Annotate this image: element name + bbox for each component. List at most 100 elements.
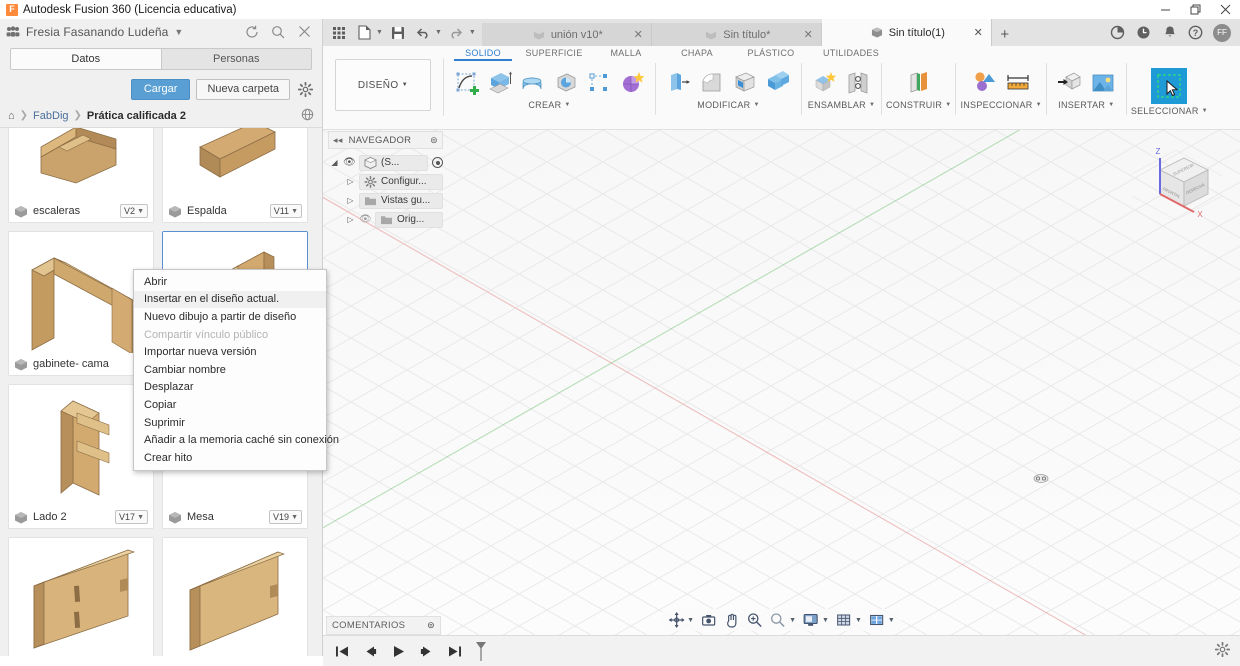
minimize-icon[interactable] [1150,0,1180,19]
home-icon[interactable]: ⌂ [8,110,15,122]
select-window-icon[interactable] [1151,68,1188,104]
look-at-icon[interactable] [699,611,719,629]
radio-icon[interactable] [432,157,443,168]
account-name[interactable]: Fresia Fasanando Ludeña [26,25,168,39]
save-icon[interactable] [388,23,408,43]
redo-icon[interactable] [447,23,467,43]
ribbon-panel-label[interactable]: INSPECCIONAR ▼ [960,100,1041,110]
ribbon-panel-label[interactable]: INSERTAR ▼ [1058,100,1114,110]
context-menu-item-importar[interactable]: Importar nueva versión [134,343,326,361]
gear-icon[interactable] [1214,641,1240,660]
context-menu-item-cache-sin-conexion[interactable]: Añadir a la memoria caché sin conexión [134,431,339,449]
expand-triangle-icon[interactable]: ▷ [346,177,355,186]
chevron-down-icon[interactable]: ▼ [869,102,875,108]
go-to-beginning-icon[interactable] [333,642,351,660]
navigator-root-row[interactable]: ◢ 👁 (S... [328,153,443,172]
version-badge[interactable]: V11 ▼ [269,204,302,218]
chevron-down-icon[interactable]: ▼ [753,102,759,108]
grid-snaps-icon[interactable] [834,611,854,629]
version-badge[interactable]: V17 ▼ [115,510,148,524]
refresh-icon[interactable] [244,24,260,40]
chevron-down-icon[interactable]: ▼ [1036,102,1042,108]
context-menu-item-nuevo-dibujo[interactable]: Nuevo dibujo a partir de diseño [134,308,326,326]
context-menu-item-desplazar[interactable]: Desplazar [134,379,326,397]
close-panel-icon[interactable] [296,24,312,40]
new-file-icon[interactable] [354,23,374,43]
step-back-icon[interactable] [361,642,379,660]
navigator-row-configuracion[interactable]: ▷ Configur... [328,172,443,191]
chevron-down-icon[interactable]: ▼ [564,102,570,108]
form-icon[interactable] [617,68,647,98]
context-menu-item-abrir[interactable]: Abrir [134,273,326,291]
viewcube[interactable]: SUPERIOR FRONTAL DERECHA Z X [1132,138,1222,228]
context-menu-item-insertar[interactable]: Insertar en el diseño actual. [134,290,326,309]
ribbon-panel-label[interactable]: CONSTRUIR ▼ [886,100,951,110]
expand-triangle-icon[interactable]: ▷ [346,215,355,224]
new-tab-button[interactable]: + [992,23,1018,46]
marker-icon[interactable] [473,642,489,661]
document-tab-union-v10[interactable]: unión v10* ✕ [481,23,652,46]
version-badge[interactable]: V2 ▼ [120,204,148,218]
close-icon[interactable]: ✕ [634,28,643,41]
ribbon-tab-malla[interactable]: MALLA [592,46,660,61]
measure-icon[interactable] [1003,68,1033,98]
expand-triangle-icon[interactable]: ◢ [330,158,339,167]
globe-icon[interactable] [301,108,314,124]
comments-panel-tab[interactable]: COMENTARIOS ⊜ [326,616,441,635]
press-pull-icon[interactable] [664,68,694,98]
list-item[interactable]: Pared de la cama V10▼ [162,537,308,656]
gear-icon[interactable] [296,80,314,98]
joint-icon[interactable] [843,68,873,98]
avatar[interactable]: FF [1213,23,1231,42]
orbit-icon[interactable] [666,611,686,629]
navigator-row-vistas-guardadas[interactable]: ▷ Vistas gu... [328,191,443,210]
zoom-window-icon[interactable] [745,611,765,629]
ribbon-panel-label[interactable]: SELECCIONAR ▼ [1131,106,1208,116]
chevron-down-icon[interactable]: ▼ [174,27,183,37]
chevron-down-icon[interactable]: ▼ [822,617,829,624]
context-menu-item-cambiar-nombre[interactable]: Cambiar nombre [134,361,326,379]
fillet-icon[interactable] [697,68,727,98]
offset-plane-icon[interactable] [904,68,934,98]
display-settings-icon[interactable] [801,611,821,629]
expand-triangle-icon[interactable]: ▷ [346,196,355,205]
zoom-icon[interactable] [768,611,788,629]
close-icon[interactable]: ✕ [804,28,813,41]
panel-options-icon[interactable]: ⊜ [427,620,435,631]
upload-button[interactable]: Cargar [130,78,191,100]
tab-personas[interactable]: Personas [161,49,311,69]
chevron-down-icon[interactable]: ▼ [376,29,383,36]
insert-canvas-icon[interactable] [1088,68,1118,98]
context-menu-item-copiar[interactable]: Copiar [134,396,326,414]
close-icon[interactable]: ✕ [974,26,983,39]
pan-icon[interactable] [722,611,742,629]
insert-derive-icon[interactable] [1055,68,1085,98]
context-menu-item-crear-hito[interactable]: Crear hito [134,449,326,467]
eye-off-icon[interactable]: 👁 [359,214,372,225]
chevron-down-icon[interactable]: ▼ [1202,108,1208,114]
shell-icon[interactable] [730,68,760,98]
eye-icon[interactable]: 👁 [343,157,356,168]
collapse-left-icon[interactable]: ◂◂ [333,135,343,146]
ribbon-tab-solido[interactable]: SOLIDO [450,46,516,61]
context-menu-item-suprimir[interactable]: Suprimir [134,414,326,432]
ribbon-panel-label[interactable]: CREAR ▼ [528,100,570,110]
new-folder-button[interactable]: Nueva carpeta [196,78,290,100]
pattern-icon[interactable] [584,68,614,98]
ribbon-panel-label[interactable]: ENSAMBLAR ▼ [808,100,875,110]
document-tab-sin-titulo-1[interactable]: Sin título(1) ✕ [821,19,992,46]
chevron-down-icon[interactable]: ▼ [945,102,951,108]
chevron-down-icon[interactable]: ▼ [687,617,694,624]
sweep-icon[interactable] [551,68,581,98]
tab-datos[interactable]: Datos [11,49,162,69]
ribbon-tab-utilidades[interactable]: UTILIDADES [808,46,894,61]
list-item[interactable]: Espalda V11 ▼ [162,128,308,223]
chevron-down-icon[interactable]: ▼ [435,29,442,36]
new-component-icon[interactable] [810,68,840,98]
navigator-row-origen[interactable]: ▷ 👁 Orig... [328,210,443,229]
document-tab-sin-titulo[interactable]: Sin título* ✕ [651,23,822,46]
ribbon-tab-chapa[interactable]: CHAPA [660,46,734,61]
search-icon[interactable] [270,24,286,40]
panel-options-icon[interactable]: ⊜ [430,135,438,146]
breadcrumb-item-current[interactable]: Prática calificada 2 [87,110,186,122]
